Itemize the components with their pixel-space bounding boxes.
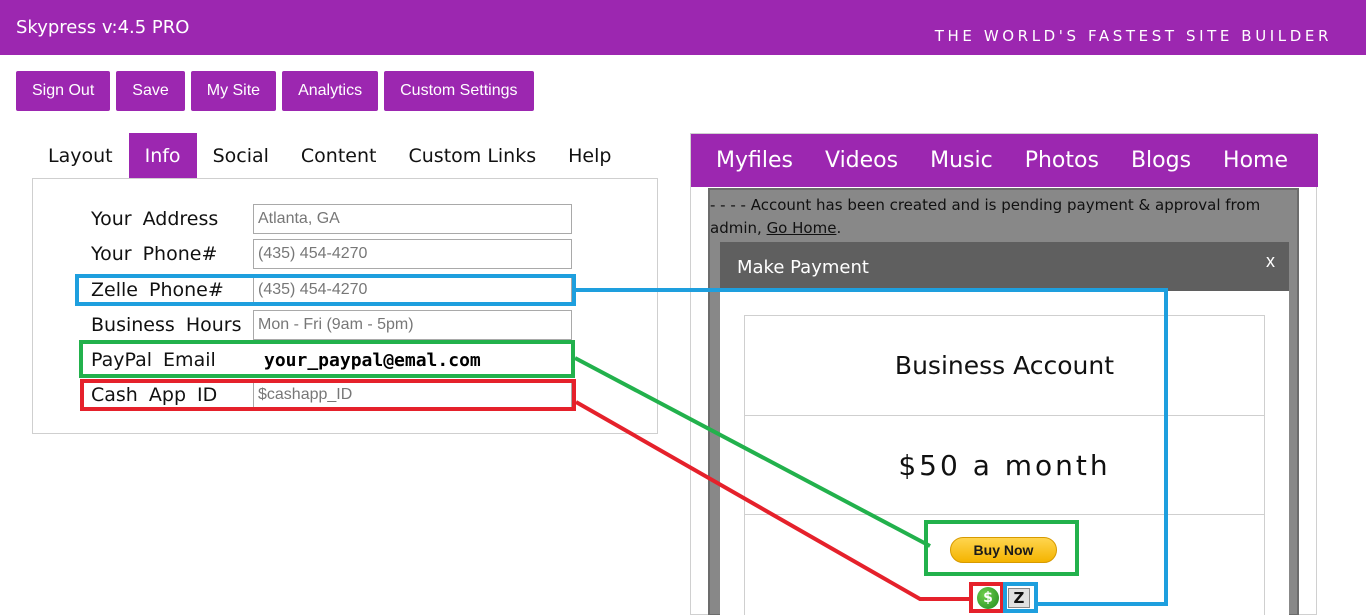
paypal-row: PayPal Email your_paypal@emal.com bbox=[33, 345, 659, 375]
nav-photos[interactable]: Photos bbox=[1009, 134, 1115, 187]
paypal-email-input[interactable]: your_paypal@emal.com bbox=[253, 345, 572, 375]
nav-videos[interactable]: Videos bbox=[809, 134, 914, 187]
preview-nav: Myfiles Videos Music Photos Blogs Home bbox=[691, 134, 1318, 187]
zelle-label: Zelle Phone# bbox=[91, 279, 224, 301]
phone-input[interactable]: (435) 454-4270 bbox=[253, 239, 572, 269]
address-label: Your Address bbox=[91, 208, 219, 230]
modal-title: Make Payment bbox=[737, 257, 869, 278]
plan-box: Business Account $50 a month bbox=[744, 315, 1265, 615]
tab-custom-links[interactable]: Custom Links bbox=[392, 133, 552, 178]
close-icon[interactable]: x bbox=[1266, 251, 1275, 272]
tagline: THE WORLD'S FASTEST SITE BUILDER bbox=[934, 27, 1332, 45]
plan-price: $50 a month bbox=[745, 416, 1264, 515]
cash-app-icon[interactable]: $ bbox=[977, 587, 999, 609]
cashapp-id-input[interactable]: $cashapp_ID bbox=[253, 380, 572, 410]
toolbar: Sign Out Save My Site Analytics Custom S… bbox=[16, 71, 534, 111]
analytics-button[interactable]: Analytics bbox=[282, 71, 379, 111]
address-input[interactable]: Atlanta, GA bbox=[253, 204, 572, 234]
phone-label: Your Phone# bbox=[91, 243, 218, 265]
my-site-button[interactable]: My Site bbox=[190, 71, 277, 111]
paypal-buy-now-button[interactable]: Buy Now bbox=[950, 537, 1057, 563]
nav-music[interactable]: Music bbox=[914, 134, 1009, 187]
app-title: Skypress v:4.5 PRO bbox=[16, 17, 190, 38]
go-home-link[interactable]: Go Home bbox=[767, 219, 837, 237]
hours-label: Business Hours bbox=[91, 314, 242, 336]
modal-header: Make Payment x bbox=[720, 242, 1289, 291]
phone-row: Your Phone# (435) 454-4270 bbox=[33, 239, 659, 269]
plan-name: Business Account bbox=[745, 316, 1264, 416]
editor-tabs: Layout Info Social Content Custom Links … bbox=[32, 133, 627, 178]
notice-end: . bbox=[836, 219, 842, 237]
cashapp-row: Cash App ID $cashapp_ID bbox=[33, 380, 659, 410]
save-button[interactable]: Save bbox=[116, 71, 185, 111]
hours-row: Business Hours Mon - Fri (9am - 5pm) bbox=[33, 310, 659, 340]
tab-info[interactable]: Info bbox=[128, 133, 197, 178]
tab-help[interactable]: Help bbox=[552, 133, 627, 178]
business-hours-input[interactable]: Mon - Fri (9am - 5pm) bbox=[253, 310, 572, 340]
nav-home[interactable]: Home bbox=[1207, 134, 1304, 187]
custom-settings-button[interactable]: Custom Settings bbox=[384, 71, 534, 111]
zelle-row: Zelle Phone# (435) 454-4270 bbox=[33, 275, 659, 305]
nav-blogs[interactable]: Blogs bbox=[1115, 134, 1207, 187]
zelle-icon[interactable]: Z bbox=[1008, 588, 1030, 608]
cashapp-label: Cash App ID bbox=[91, 384, 218, 406]
address-row: Your Address Atlanta, GA bbox=[33, 204, 659, 234]
tab-layout[interactable]: Layout bbox=[32, 133, 129, 178]
paypal-label: PayPal Email bbox=[91, 349, 216, 371]
nav-myfiles[interactable]: Myfiles bbox=[700, 134, 809, 187]
top-bar: Skypress v:4.5 PRO THE WORLD'S FASTEST S… bbox=[0, 0, 1366, 55]
pending-notice: - - - - Account has been created and is … bbox=[710, 194, 1296, 240]
sign-out-button[interactable]: Sign Out bbox=[16, 71, 111, 111]
info-form-panel: Your Address Atlanta, GA Your Phone# (43… bbox=[32, 178, 658, 434]
tab-social[interactable]: Social bbox=[197, 133, 285, 178]
tab-content[interactable]: Content bbox=[285, 133, 393, 178]
zelle-phone-input[interactable]: (435) 454-4270 bbox=[253, 275, 572, 305]
